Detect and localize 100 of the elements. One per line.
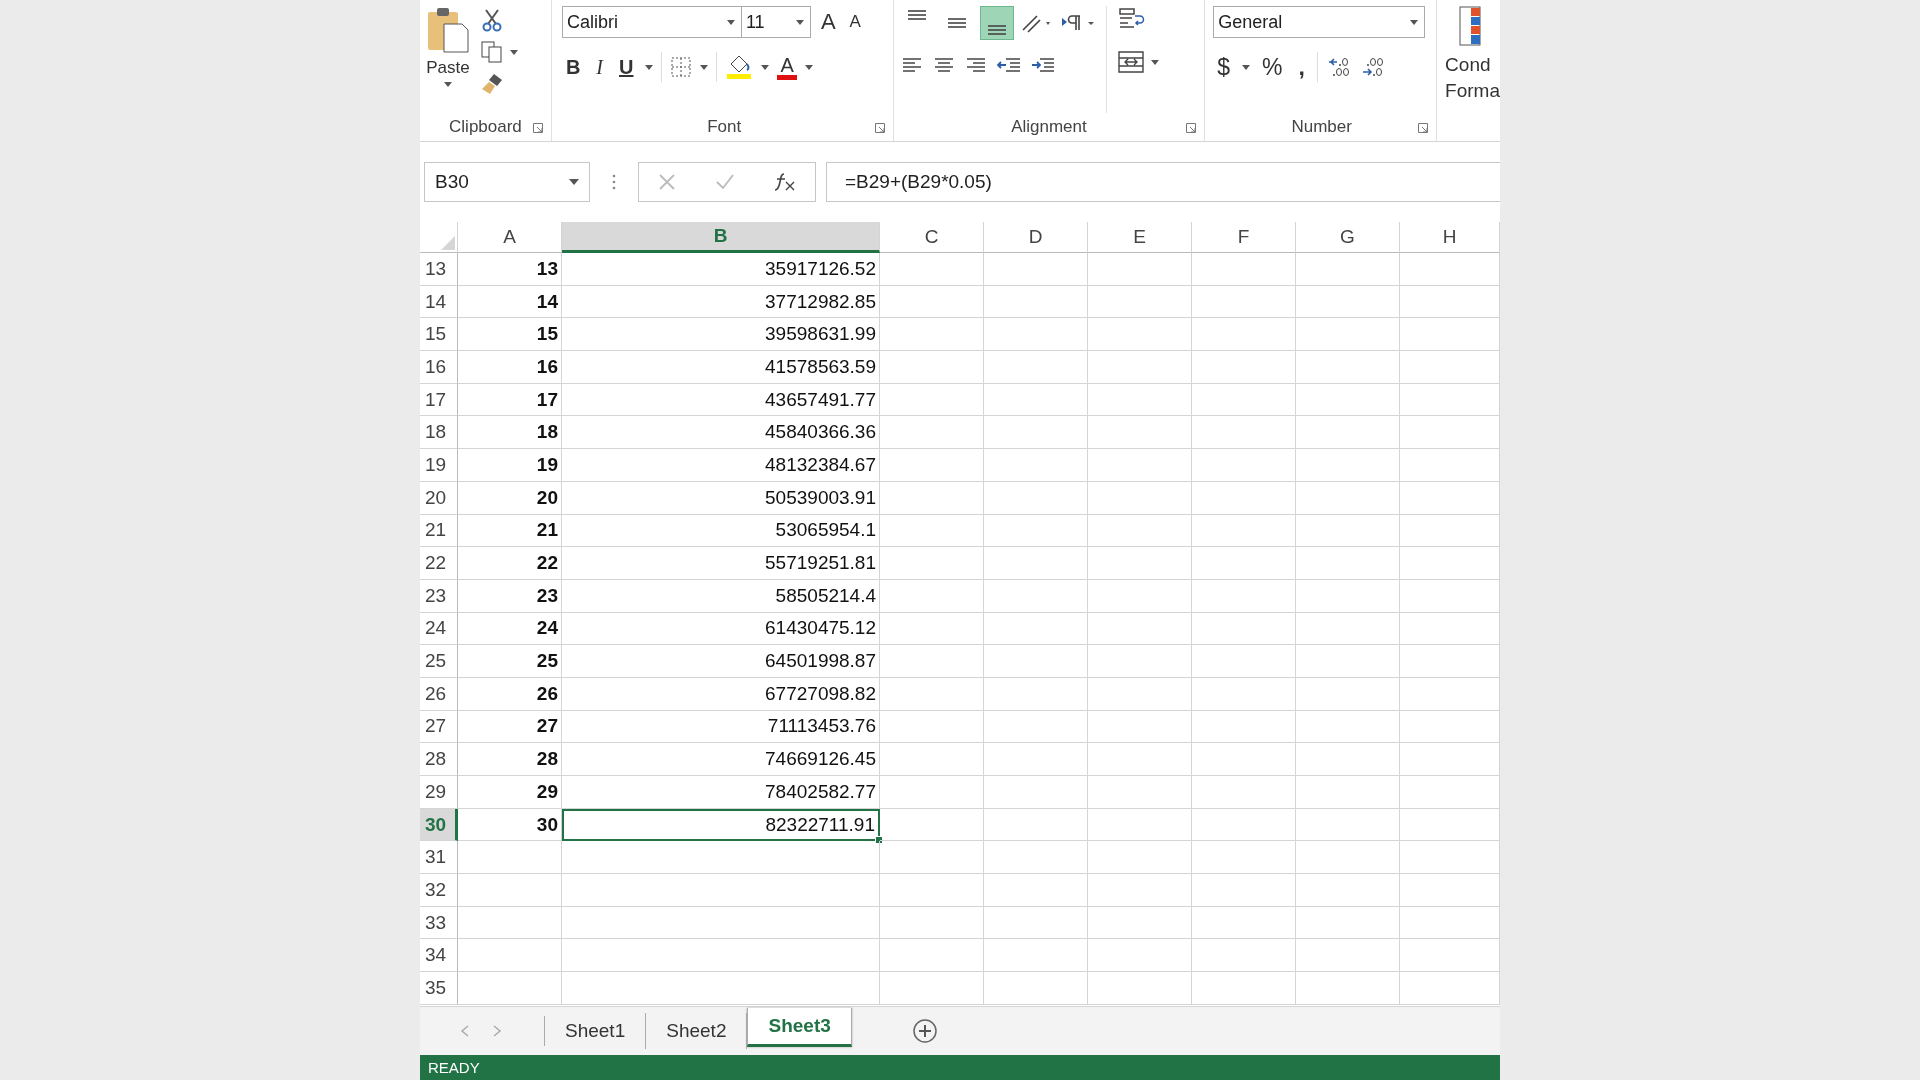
align-lines-icon (907, 10, 926, 20)
column-header[interactable]: C (880, 222, 984, 253)
table-cell: 23 (458, 579, 562, 613)
row-header[interactable]: 35 (420, 972, 458, 1005)
active-cell[interactable]: 82322711.91 (562, 808, 880, 842)
font-color-button[interactable]: A (777, 54, 797, 80)
group-label: Font (707, 117, 742, 137)
row-header[interactable]: 16 (420, 351, 458, 384)
launcher-icon[interactable] (1186, 123, 1197, 133)
table-cell: 27 (458, 710, 562, 744)
row-header[interactable]: 25 (420, 645, 458, 678)
row-header[interactable]: 32 (420, 874, 458, 907)
launcher-icon[interactable] (532, 123, 543, 133)
font-name-dropdown[interactable]: Calibri (561, 6, 742, 38)
formula-field[interactable]: =B29+(B29*0.05) (826, 162, 1500, 202)
caret-icon[interactable] (510, 49, 518, 55)
row-header[interactable]: 24 (420, 612, 458, 646)
number-format-dropdown[interactable]: General (1213, 6, 1426, 38)
caret-icon[interactable] (804, 64, 813, 70)
column-header[interactable]: G (1296, 222, 1400, 253)
clipboard-icon (426, 6, 470, 54)
status-text: READY (428, 1059, 480, 1076)
sheet-tab[interactable]: Sheet1 (545, 1013, 647, 1049)
caret-icon (1410, 19, 1419, 25)
currency-button[interactable]: $ (1213, 53, 1235, 81)
group-label: Alignment (1011, 117, 1087, 137)
table-cell: 19 (458, 449, 562, 482)
align-lines-icon (987, 25, 1006, 35)
caret-icon[interactable] (645, 64, 654, 70)
table-cell: 61430475.12 (562, 612, 880, 646)
table-cell: 48132384.67 (562, 449, 880, 482)
row-header[interactable]: 23 (420, 579, 458, 613)
vertical-align-button[interactable] (979, 6, 1014, 40)
increase-font-button[interactable]: A (816, 9, 840, 35)
table-cell: 35917126.52 (562, 253, 880, 286)
fill-handle[interactable] (875, 836, 883, 845)
fill-color-icon[interactable] (725, 54, 754, 80)
row-header[interactable]: 28 (420, 743, 458, 776)
table-cell: 64501998.87 (562, 645, 880, 678)
table-cell: 41578563.59 (562, 351, 880, 384)
table-cell: 22 (458, 547, 562, 580)
table-cell: 71113453.76 (562, 710, 880, 744)
row-header[interactable]: 22 (420, 547, 458, 580)
row-header[interactable]: 21 (420, 514, 458, 548)
column-header[interactable]: B (562, 222, 880, 253)
table-cell: 26 (458, 677, 562, 711)
group-label: Number (1291, 117, 1352, 137)
table-cell: 74669126.45 (562, 743, 880, 776)
row-header[interactable]: 31 (420, 841, 458, 875)
more-icon[interactable] (612, 174, 616, 190)
column-header[interactable]: E (1088, 222, 1192, 253)
column-header[interactable]: F (1192, 222, 1296, 253)
merge-cells-icon[interactable] (1116, 50, 1145, 74)
comma-style-button[interactable]: , (1294, 53, 1309, 81)
row-header[interactable]: 19 (420, 449, 458, 482)
row-header[interactable]: 15 (420, 318, 458, 352)
caret-icon[interactable] (1242, 64, 1251, 70)
table-cell: 13 (458, 253, 562, 286)
row-header[interactable]: 26 (420, 677, 458, 711)
table-cell: 58505214.4 (562, 579, 880, 613)
copy-icon[interactable] (480, 40, 504, 64)
table-cell: 18 (458, 416, 562, 450)
sheet-tab[interactable]: Sheet3 (747, 1007, 852, 1047)
bold-button[interactable]: B (561, 55, 585, 79)
italic-button[interactable]: I (592, 55, 607, 79)
caret-icon[interactable] (1150, 59, 1159, 65)
row-header[interactable]: 17 (420, 383, 458, 417)
add-sheet-icon[interactable] (911, 1018, 938, 1044)
underline-button[interactable]: U (615, 55, 638, 79)
table-cell: 15 (458, 318, 562, 352)
row-header[interactable]: 33 (420, 906, 458, 940)
name-box[interactable]: B30 (424, 162, 590, 202)
row-header[interactable]: 29 (420, 776, 458, 809)
function-icon[interactable] (773, 172, 796, 192)
caret-icon[interactable] (761, 64, 770, 70)
launcher-icon[interactable] (874, 123, 885, 133)
table-cell: 53065954.1 (562, 514, 880, 548)
row-header[interactable]: 20 (420, 481, 458, 515)
check-icon[interactable] (715, 173, 735, 191)
row-header[interactable]: 13 (420, 253, 458, 286)
format-painter-icon[interactable] (480, 72, 504, 96)
paste-button[interactable]: Paste (426, 6, 470, 113)
caret-icon[interactable] (700, 64, 709, 70)
row-header[interactable]: 27 (420, 710, 458, 744)
scissors-icon[interactable] (480, 8, 504, 32)
font-size-dropdown[interactable]: 11 (740, 6, 811, 38)
table-cell: 67727098.82 (562, 677, 880, 711)
row-header[interactable]: 34 (420, 939, 458, 973)
table-cell: 20 (458, 481, 562, 515)
decrease-font-button[interactable]: A (845, 12, 865, 32)
percent-button[interactable]: % (1258, 53, 1287, 81)
column-header[interactable]: D (984, 222, 1088, 253)
row-header[interactable]: 18 (420, 416, 458, 450)
table-cell: 50539003.91 (562, 481, 880, 515)
row-header[interactable]: 30 (420, 808, 458, 842)
row-header[interactable]: 14 (420, 285, 458, 319)
launcher-icon[interactable] (1418, 123, 1429, 133)
conditional-formatting-button[interactable]: Cond Forma (1441, 6, 1500, 104)
column-header[interactable]: H (1400, 222, 1500, 253)
group-label: Clipboard (449, 117, 522, 137)
